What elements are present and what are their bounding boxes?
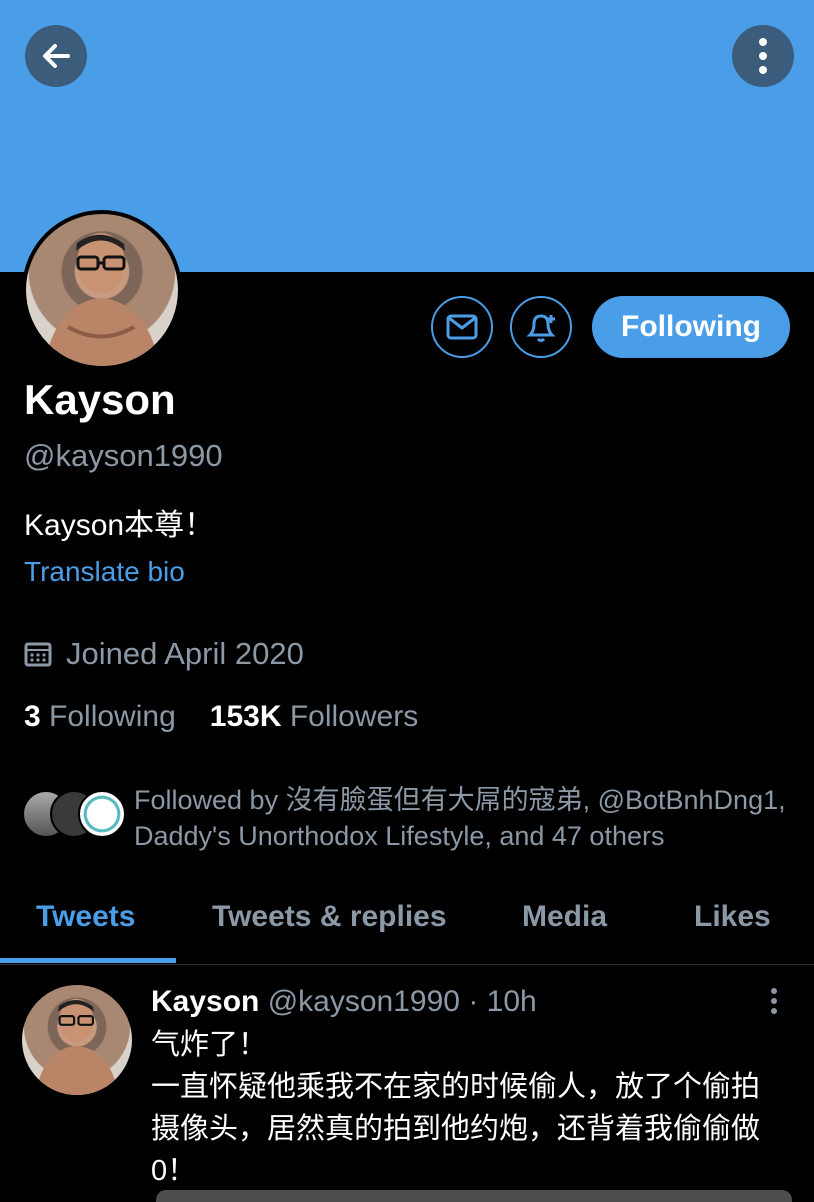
tweet-author-handle[interactable]: @kayson1990 (268, 985, 460, 1018)
followed-by-text[interactable]: Followed by 沒有臉蛋但有大屌的寇弟, @BotBnhDng1, Da… (134, 782, 799, 854)
following-button[interactable]: Following (592, 296, 790, 358)
profile-bio: Kayson本尊！ (24, 509, 215, 542)
follow-stats: 3 Following 153K Followers (24, 700, 418, 734)
followers-stat[interactable]: 153K Followers (210, 700, 418, 734)
tweet-author-name[interactable]: Kayson (151, 985, 259, 1018)
tweet-profile-photo-icon (35, 998, 119, 1095)
notifications-button[interactable] (510, 296, 572, 358)
tab-tweets-replies[interactable]: Tweets & replies (212, 900, 447, 934)
back-arrow-icon (43, 44, 70, 68)
profile-avatar[interactable] (22, 210, 182, 370)
profile-name: Kayson (24, 376, 176, 423)
profile-photo-icon (44, 233, 160, 366)
joined-text: Joined April 2020 (66, 636, 304, 671)
tab-likes[interactable]: Likes (694, 900, 771, 934)
active-tab-indicator (0, 958, 176, 963)
bell-plus-icon (526, 314, 556, 342)
joined-date: Joined April 2020 (24, 636, 304, 672)
tweet-more-icon (771, 988, 777, 1014)
envelope-icon (446, 314, 478, 340)
message-button[interactable] (431, 296, 493, 358)
calendar-icon (24, 642, 52, 667)
following-stat[interactable]: 3 Following (24, 700, 176, 734)
profile-handle: @kayson1990 (24, 438, 223, 473)
tab-tweets[interactable]: Tweets (36, 900, 135, 934)
translate-bio-link[interactable]: Translate bio (24, 556, 185, 588)
more-vertical-icon (759, 38, 767, 74)
tweet-avatar[interactable] (22, 985, 132, 1095)
tweet-time: · 10h (468, 985, 537, 1018)
more-options-button[interactable] (732, 25, 794, 87)
tab-media[interactable]: Media (522, 900, 607, 934)
back-button[interactable] (25, 25, 87, 87)
tweet-more-button[interactable] (770, 987, 778, 1020)
tweet-header: Kayson @kayson1990 · 10h (151, 985, 537, 1019)
mutual-followers-avatars[interactable] (22, 790, 126, 838)
tweet-text: 气炸了！ 一直怀疑他乘我不在家的时候偷人，放了个偷拍 摄像头，居然真的拍到他约炮… (151, 1029, 761, 1187)
tweet-media-preview[interactable] (156, 1190, 792, 1202)
profile-tabs: Tweets Tweets & replies Media Likes (0, 870, 814, 965)
